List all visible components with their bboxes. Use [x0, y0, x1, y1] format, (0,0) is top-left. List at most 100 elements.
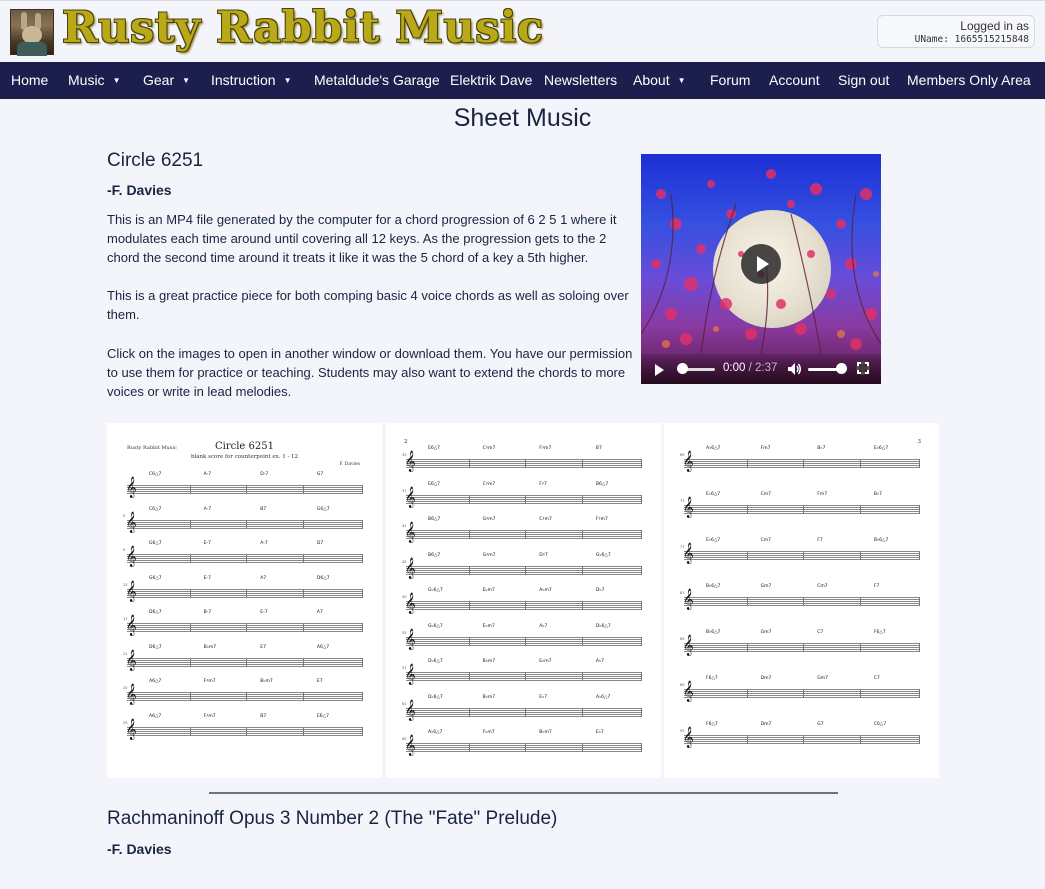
nav-item-forum[interactable]: Forum: [710, 62, 750, 99]
chord-symbol: A-7: [203, 506, 212, 512]
bar-line: [468, 494, 470, 504]
play-icon[interactable]: [655, 364, 664, 376]
section-title-rachmaninoff: Rachmaninoff Opus 3 Number 2 (The "Fate"…: [107, 808, 558, 829]
measure-number: 45: [402, 559, 407, 564]
measure-number: 85: [680, 637, 685, 641]
nav-item-instruction[interactable]: Instruction ▼: [211, 62, 292, 99]
treble-clef-icon: 𝄞: [405, 735, 416, 756]
site-title-logo[interactable]: Rusty Rabbit Music: [62, 3, 544, 53]
chord-symbol: D♭7: [595, 588, 605, 593]
bar-line: [803, 597, 805, 606]
bar-line: [525, 494, 527, 504]
bar-line: [189, 588, 191, 598]
treble-clef-icon: 𝄞: [405, 557, 416, 579]
chord-symbol: E♭7: [595, 730, 604, 735]
bar-line: [246, 726, 248, 736]
sheet-music-page-3[interactable]: 3 𝄞 69 A♭6△7 Fm7 B♭7 E♭6△7 𝄞 73 E♭6△7 Cm7 Fm7 B♭7 𝄞 7…: [664, 423, 939, 778]
chord-symbol: A6△7: [149, 713, 162, 719]
chord-symbol: F♯m7: [539, 446, 552, 451]
nav-item-gear[interactable]: Gear ▼: [143, 62, 190, 99]
chord-symbol: D-7: [260, 472, 269, 477]
bar-line: [525, 672, 527, 681]
treble-clef-icon: 𝄞: [405, 451, 416, 472]
chord-symbol: A♭6△7: [595, 694, 611, 700]
sheet-header-composer: F. Davies: [339, 462, 360, 467]
chord-symbol: E-7: [203, 575, 211, 581]
chord-symbol: E♭7: [539, 694, 548, 700]
chord-symbol: A7: [316, 610, 323, 615]
fullscreen-icon[interactable]: [856, 361, 870, 375]
chord-symbol: C♯m7: [482, 481, 496, 487]
chord-symbol: C♯m7: [539, 517, 552, 522]
measure-number: 61: [402, 701, 407, 706]
volume-icon[interactable]: [786, 361, 802, 377]
nav-item-home[interactable]: Home: [11, 62, 48, 99]
nav-item-sign-out[interactable]: Sign out: [838, 62, 889, 99]
chord-symbol: B♭6△7: [706, 584, 721, 589]
staff-system: 𝄞 C6△7 A-7 D-7 G7: [126, 472, 363, 498]
bar-line: [582, 530, 583, 539]
nav-item-members-only-area[interactable]: Members Only Area: [907, 62, 1031, 99]
staff-system: 𝄞 61 D♭6△7 B♭m7 E♭7 A♭6△7: [402, 695, 642, 720]
nav-item-metaldudes-garage[interactable]: Metaldude's Garage: [314, 62, 440, 99]
bar-line: [303, 623, 304, 632]
chord-symbol: E♭6△7: [706, 492, 721, 497]
chord-symbol: E♭m7: [482, 588, 495, 593]
sheet-music-page-2[interactable]: 2 𝄞 33 E6△7 C♯m7 F♯m7 B7 𝄞 37 E6△7 C♯m7 F♯7 B6△7 𝄞 41…: [386, 423, 661, 778]
bar-line: [246, 554, 248, 563]
volume-knob[interactable]: [836, 363, 847, 374]
treble-clef-icon: 𝄞: [683, 727, 694, 748]
big-play-button[interactable]: [741, 244, 781, 284]
current-time: 0:00: [723, 362, 746, 374]
treble-clef-icon: 𝄞: [405, 664, 416, 685]
nav-item-elektrik-dave[interactable]: Elektrik Dave: [450, 62, 532, 99]
treble-clef-icon: 𝄞: [683, 589, 694, 610]
chord-symbol: A♭m7: [539, 588, 552, 593]
treble-clef-icon: 𝄞: [405, 522, 416, 543]
chord-symbol: B♭m7: [539, 730, 552, 735]
video-player[interactable]: 0:00 / 2:37: [641, 154, 881, 384]
treble-clef-icon: 𝄞: [126, 477, 137, 498]
sheet-page-number: 3: [917, 439, 922, 445]
bar-line: [746, 689, 748, 698]
bar-line: [189, 623, 191, 632]
measure-number: 93: [680, 729, 685, 733]
measure-number: 37: [402, 488, 407, 493]
nav-item-about[interactable]: About ▼: [633, 62, 686, 99]
chord-symbol: Dm7: [760, 722, 772, 727]
page-title: Sheet Music: [453, 104, 592, 132]
nav-item-label: Metaldude's Garage: [314, 72, 440, 88]
nav-item-newsletters[interactable]: Newsletters: [544, 62, 617, 99]
caret-down-icon: ▼: [283, 76, 292, 85]
measure-number: 57: [402, 666, 407, 670]
measure-number: 33: [402, 453, 407, 457]
treble-clef-icon: 𝄞: [405, 699, 416, 721]
bar-line: [746, 505, 748, 514]
staff-system: 𝄞 45 B6△7 G♯m7 D♯7 G♭6△7: [402, 553, 642, 578]
bar-line: [189, 657, 191, 667]
bar-line: [303, 726, 304, 736]
bar-line: [525, 459, 527, 468]
chord-symbol: Cm7: [760, 492, 772, 497]
chord-symbol: B6△7: [428, 552, 441, 558]
sheet-header-title: Circle 6251: [215, 441, 274, 452]
chord-symbol: A6△7: [316, 644, 330, 650]
treble-clef-icon: 𝄞: [126, 649, 137, 671]
nav-item-music[interactable]: Music ▼: [68, 62, 120, 99]
bar-line: [803, 459, 805, 468]
nav-item-label: Instruction: [211, 72, 276, 88]
staff-system: 𝄞 13 G6△7 E-7 A7 D6△7: [123, 576, 363, 601]
chord-symbol: F7: [817, 538, 823, 543]
rabbit-logo-image[interactable]: [10, 9, 54, 56]
bar-line: [641, 494, 642, 504]
nav-item-account[interactable]: Account: [769, 62, 820, 99]
sheet-music-page-1[interactable]: Rusty Rabbit Music Circle 6251 blank sco…: [107, 423, 382, 778]
treble-clef-icon: 𝄞: [126, 511, 137, 533]
bar-line: [919, 643, 920, 652]
chord-symbol: A♭6△7: [706, 446, 721, 451]
measure-number: 9: [123, 548, 126, 552]
staff-system: 𝄞 65 A♭6△7 F♭m7 B♭m7 E♭7: [402, 730, 642, 756]
progress-knob[interactable]: [677, 363, 688, 374]
video-controls-bar: 0:00 / 2:37: [641, 354, 881, 384]
staff-system: 𝄞 37 E6△7 C♯m7 F♯7 B6△7: [402, 482, 642, 507]
